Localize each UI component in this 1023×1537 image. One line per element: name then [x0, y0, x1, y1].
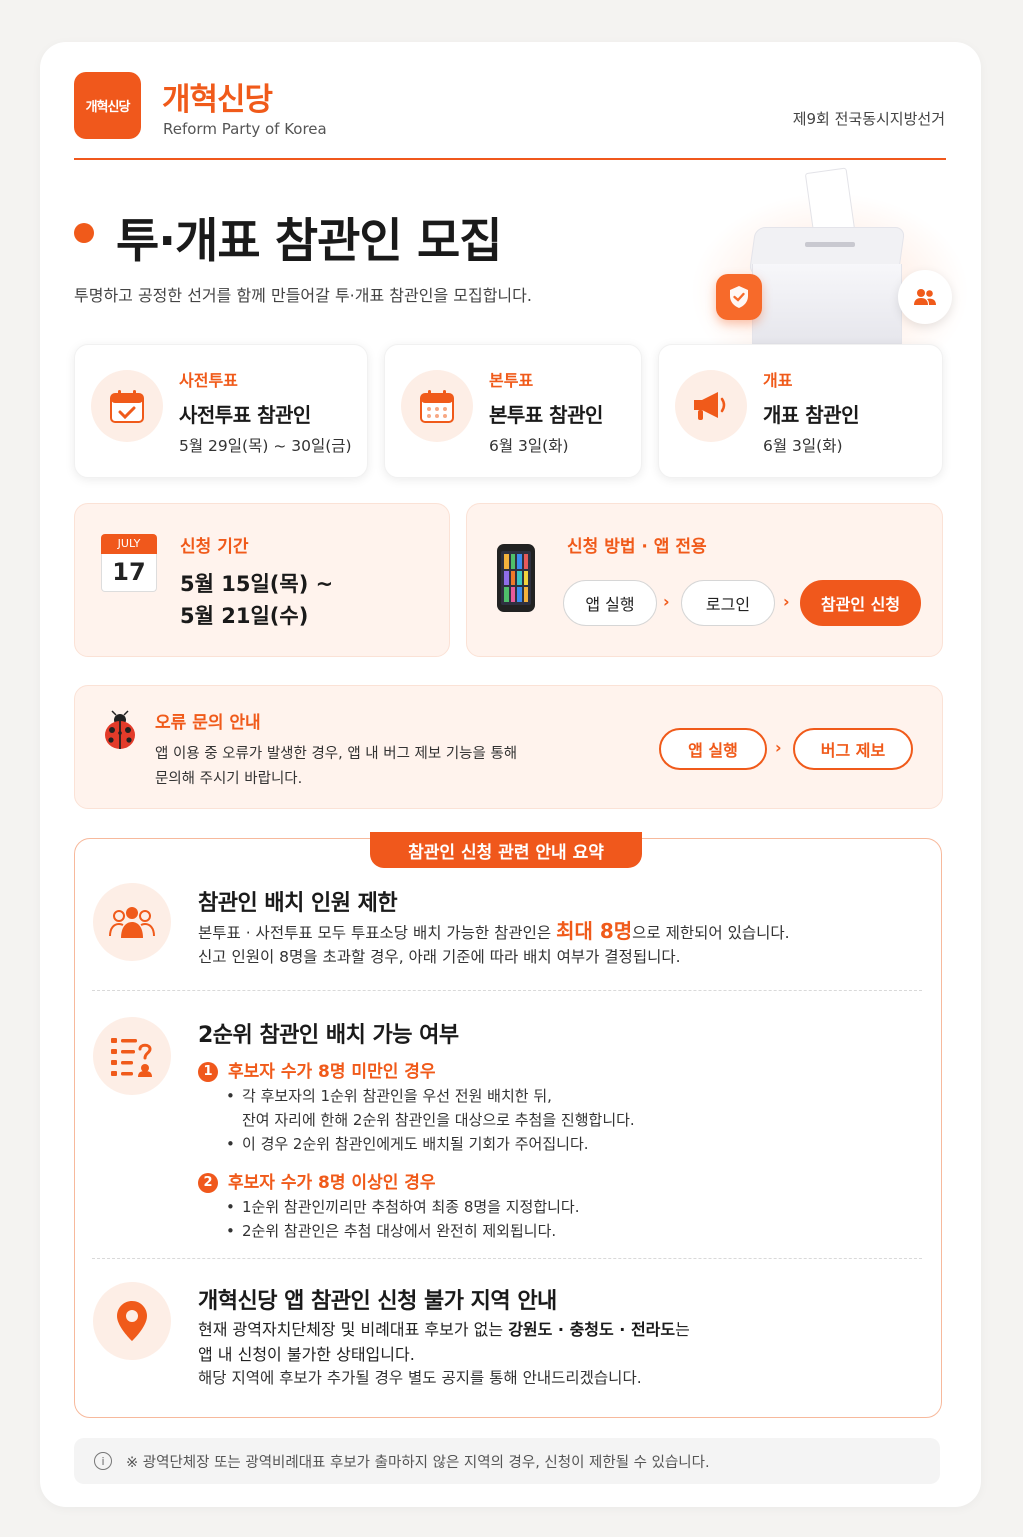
- vote-card-count: 개표 개표 참관인 6월 3일(화): [658, 344, 943, 478]
- condition-1-bullets: 각 후보자의 1순위 참관인을 우선 전원 배치한 뒤, 잔여 자리에 한해 2…: [226, 1084, 635, 1156]
- chevron-right-icon: ›: [783, 592, 790, 611]
- poster-card: 개혁신당 개혁신당 Reform Party of Korea 제9회 전국동시…: [40, 42, 981, 1507]
- condition-1-text: 후보자 수가 8명 미만인 경우: [228, 1062, 436, 1082]
- s1-text-post: 으로 제한되어 있습니다.: [632, 924, 790, 942]
- megaphone-icon: [675, 370, 747, 442]
- vote-card-early: 사전투표 사전투표 참관인 5월 29일(목) ~ 30일(금): [74, 344, 368, 478]
- calendar-month: JULY: [101, 534, 157, 554]
- location-pin-icon: [93, 1282, 171, 1360]
- step-app-launch: 앱 실행: [659, 728, 767, 770]
- divider: [92, 990, 922, 991]
- brand-name-en: Reform Party of Korea: [163, 120, 327, 138]
- application-method-card: 신청 방법 · 앱 전용 앱 실행 › 로그인 › 참관인 신청: [466, 503, 943, 657]
- application-period-card: JULY 17 신청 기간 5월 15일(목) ~ 5월 21일(수): [74, 503, 450, 657]
- vote-type-name: 사전투표 참관인: [179, 403, 311, 427]
- s1-max-count: 최대 8명: [556, 919, 633, 943]
- vote-type-date: 6월 3일(화): [763, 437, 843, 455]
- calendar-icon: [401, 370, 473, 442]
- vote-card-main: 본투표 본투표 참관인 6월 3일(화): [384, 344, 642, 478]
- header-divider: [74, 158, 946, 160]
- brand-name-ko: 개혁신당: [162, 82, 273, 118]
- vote-type-label: 사전투표: [179, 371, 238, 390]
- ladybug-icon: [99, 710, 141, 756]
- bullet-item-cont: 잔여 자리에 한해 2순위 참관인을 대상으로 추첨을 진행합니다.: [242, 1111, 635, 1129]
- calendar-check-icon: [91, 370, 163, 442]
- vote-type-name: 개표 참관인: [763, 403, 859, 427]
- s3-text-line1: 현재 광역자치단체장 및 비례대표 후보가 없는 강원도 · 충청도 · 전라도…: [198, 1317, 690, 1342]
- smartphone-icon: [497, 544, 535, 612]
- error-text-line2: 문의해 주시기 바랍니다.: [155, 771, 303, 787]
- vote-type-label: 개표: [763, 371, 793, 390]
- checklist-question-icon: [93, 1017, 171, 1095]
- footer-notice: i ※ 광역단체장 또는 광역비례대표 후보가 출마하지 않은 지역의 경우, …: [74, 1438, 940, 1484]
- s3-text-pre: 현재 광역자치단체장 및 비례대표 후보가 없는: [198, 1320, 509, 1339]
- condition-2-bullets: 1순위 참관인끼리만 추첨하여 최종 8명을 지정합니다. 2순위 참관인은 추…: [226, 1195, 580, 1243]
- s3-text-line3: 해당 지역에 후보가 추가될 경우 별도 공지를 통해 안내드리겠습니다.: [198, 1369, 642, 1387]
- people-icon: [898, 270, 952, 324]
- step-apply: 참관인 신청: [800, 580, 921, 626]
- error-label: 오류 문의 안내: [155, 713, 261, 733]
- title-bullet: [74, 223, 94, 243]
- vote-type-date: 5월 29일(목) ~ 30일(금): [179, 437, 352, 455]
- page-title: 투·개표 참관인 모집: [116, 214, 502, 269]
- step-login: 로그인: [681, 580, 775, 626]
- period-end: 5월 21일(수): [180, 604, 309, 628]
- vote-type-date: 6월 3일(화): [489, 437, 569, 455]
- bullet-item: 2순위 참관인은 추첨 대상에서 완전히 제외됩니다.: [226, 1219, 580, 1243]
- s1-text-pre: 본투표 · 사전투표 모두 투표소당 배치 가능한 참관인은: [198, 924, 557, 942]
- s3-regions: 강원도 · 충청도 · 전라도: [508, 1320, 676, 1339]
- chevron-right-icon: ›: [663, 592, 670, 611]
- method-label: 신청 방법 · 앱 전용: [567, 537, 707, 557]
- step-app-launch: 앱 실행: [563, 580, 657, 626]
- number-badge-1: 1: [198, 1061, 218, 1082]
- logo-text: 개혁신당: [85, 100, 131, 115]
- period-label: 신청 기간: [180, 537, 249, 557]
- summary-tag: 참관인 신청 관련 안내 요약: [370, 832, 642, 868]
- shield-check-icon: [716, 274, 762, 320]
- s2-heading: 2순위 참관인 배치 가능 여부: [198, 1023, 459, 1048]
- calendar-icon: JULY 17: [101, 534, 157, 594]
- chevron-right-icon: ›: [775, 738, 782, 757]
- s3-text-line2: 앱 내 신청이 불가한 상태입니다.: [198, 1345, 415, 1364]
- calendar-day: 17: [101, 554, 157, 592]
- period-start: 5월 15일(목) ~: [180, 572, 334, 596]
- number-badge-2: 2: [198, 1172, 218, 1193]
- vote-type-label: 본투표: [489, 371, 534, 390]
- party-logo: 개혁신당: [74, 72, 141, 139]
- election-name: 제9회 전국동시지방선거: [792, 110, 945, 128]
- bullet-item: 각 후보자의 1순위 참관인을 우선 전원 배치한 뒤,: [226, 1084, 635, 1108]
- ballot-box-body: [752, 264, 902, 344]
- error-inquiry-card: 오류 문의 안내 앱 이용 중 오류가 발생한 경우, 앱 내 버그 제보 기능…: [74, 685, 943, 809]
- s3-text-post: 는: [675, 1320, 690, 1339]
- page-subtitle: 투명하고 공정한 선거를 함께 만들어갈 투·개표 참관인을 모집합니다.: [74, 286, 532, 305]
- error-text-line1: 앱 이용 중 오류가 발생한 경우, 앱 내 버그 제보 기능을 통해: [155, 746, 518, 762]
- condition-1: 1 후보자 수가 8명 미만인 경우: [198, 1057, 436, 1082]
- info-icon: i: [94, 1452, 112, 1470]
- step-bug-report: 버그 제보: [793, 728, 913, 770]
- s1-text-line1: 본투표 · 사전투표 모두 투표소당 배치 가능한 참관인은 최대 8명으로 제…: [198, 919, 790, 946]
- s3-heading: 개혁신당 앱 참관인 신청 불가 지역 안내: [198, 1289, 557, 1314]
- group-icon: [93, 883, 171, 961]
- s1-text-line2: 신고 인원이 8명을 초과할 경우, 아래 기준에 따라 배치 여부가 결정됩니…: [198, 948, 681, 966]
- bullet-item: 1순위 참관인끼리만 추첨하여 최종 8명을 지정합니다.: [226, 1195, 580, 1219]
- divider: [92, 1258, 922, 1259]
- s1-heading: 참관인 배치 인원 제한: [198, 891, 398, 916]
- bullet-item: 이 경우 2순위 참관인에게도 배치될 기회가 주어집니다.: [226, 1132, 635, 1156]
- ballot-box-slot: [805, 242, 855, 247]
- vote-type-name: 본투표 참관인: [489, 403, 603, 427]
- condition-2: 2 후보자 수가 8명 이상인 경우: [198, 1168, 436, 1193]
- condition-2-text: 후보자 수가 8명 이상인 경우: [228, 1173, 436, 1193]
- notice-text: ※ 광역단체장 또는 광역비례대표 후보가 출마하지 않은 지역의 경우, 신청…: [126, 1454, 710, 1471]
